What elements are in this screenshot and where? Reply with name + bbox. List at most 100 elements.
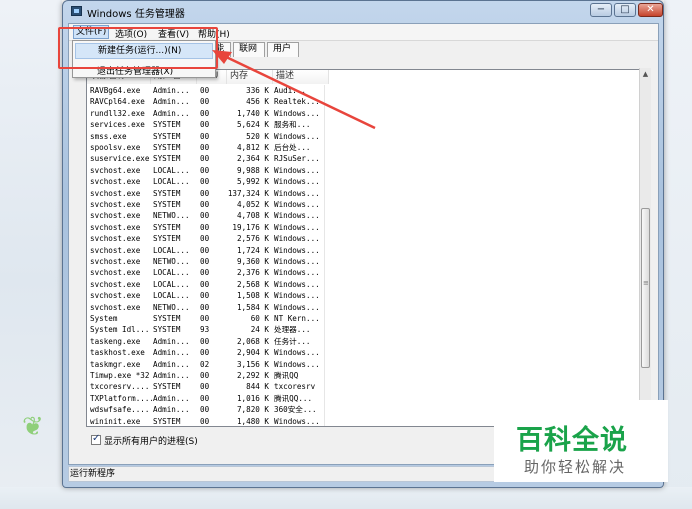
process-description: NT Kern... — [274, 314, 320, 323]
process-row[interactable]: rundll32.exe Admin... 00 1,740 K Windows... — [87, 107, 327, 120]
process-row[interactable]: System SYSTEM 00 60 K NT Kern... — [87, 313, 327, 325]
process-row[interactable]: svchost.exe NETWO... 00 4,708 K Windows... — [87, 210, 327, 222]
process-name: svchost.exe — [90, 200, 141, 209]
tab-networking[interactable]: 联网 — [233, 42, 265, 57]
row-separator — [324, 415, 325, 426]
process-row[interactable]: smss.exe SYSTEM 00 520 K Windows... — [87, 130, 327, 142]
process-row[interactable]: wdswfsafe.... Admin... 00 7,820 K 360安全... — [87, 404, 327, 416]
process-user: SYSTEM — [153, 416, 181, 426]
process-row[interactable]: svchost.exe NETWO... 00 9,360 K Windows... — [87, 256, 327, 268]
process-name: spoolsv.exe — [90, 143, 141, 152]
process-description: 处理器... — [274, 325, 311, 335]
process-memory: 5,624 K — [236, 120, 269, 130]
process-cpu: 00 — [200, 154, 210, 164]
process-name: taskmgr.exe — [90, 359, 141, 369]
process-row[interactable]: svchost.exe LOCAL... 00 5,992 K Windows... — [87, 176, 327, 188]
process-user: Admin... — [153, 405, 190, 415]
scroll-up-arrow-icon[interactable]: ▲ — [640, 70, 651, 80]
process-description: txcoresrv — [274, 382, 316, 392]
process-memory: 9,988 K — [236, 165, 269, 175]
process-row[interactable]: svchost.exe SYSTEM 00 4,052 K Windows... — [87, 199, 327, 211]
process-row[interactable]: wininit.exe SYSTEM 00 1,480 K Windows... — [87, 415, 327, 426]
process-name: RAVCpl64.exe — [90, 97, 145, 107]
process-description: Windows... — [274, 211, 320, 221]
process-cpu: 00 — [200, 416, 210, 426]
process-user: SYSTEM — [153, 325, 181, 335]
process-row[interactable]: Timwp.exe *32 Admin... 00 2,292 K 腾讯QQ — [87, 370, 327, 382]
highlight-box — [58, 27, 218, 69]
process-row[interactable]: System Idl... SYSTEM 93 24 K 处理器... — [87, 324, 327, 336]
process-row[interactable]: svchost.exe LOCAL... 00 1,724 K Windows... — [87, 244, 327, 256]
process-memory: 60 K — [250, 314, 269, 323]
process-row[interactable]: svchost.exe LOCAL... 00 1,508 K Windows... — [87, 290, 327, 302]
tab-users[interactable]: 用户 — [267, 42, 299, 57]
watermark-title: 百科全说 — [516, 425, 628, 456]
process-description: Windows... — [274, 177, 320, 187]
process-name: svchost.exe — [90, 302, 141, 312]
process-description: 360安全... — [274, 405, 317, 415]
process-user: SYSTEM — [153, 143, 181, 152]
vertical-scrollbar[interactable]: ▲ ≡ — [639, 68, 651, 427]
process-row[interactable]: svchost.exe SYSTEM 00 19,176 K Windows... — [87, 221, 327, 234]
process-memory: 4,708 K — [236, 211, 269, 221]
process-row[interactable]: svchost.exe SYSTEM 00 137,324 K Windows... — [87, 187, 327, 199]
process-row[interactable]: svchost.exe LOCAL... 00 2,376 K Windows... — [87, 267, 327, 279]
process-name: smss.exe — [90, 131, 127, 141]
process-memory: 336 K — [246, 86, 269, 95]
process-row[interactable]: svchost.exe LOCAL... 00 9,988 K Windows... — [87, 164, 327, 177]
process-description: Windows... — [274, 257, 320, 266]
process-name: svchost.exe — [90, 257, 141, 266]
minimize-button[interactable]: − — [590, 3, 612, 17]
process-row[interactable]: taskeng.exe Admin... 00 2,068 K 任务计... — [87, 335, 327, 348]
row-separator — [324, 130, 325, 142]
process-memory: 456 K — [246, 97, 269, 107]
process-cpu: 00 — [200, 108, 210, 118]
process-cpu: 00 — [200, 165, 210, 175]
row-separator — [324, 210, 325, 222]
process-memory: 9,360 K — [236, 257, 269, 266]
process-name: svchost.exe — [90, 211, 141, 221]
scrollbar-thumb[interactable]: ≡ — [641, 208, 650, 368]
row-separator — [324, 96, 325, 108]
process-cpu: 00 — [200, 188, 210, 198]
process-row[interactable]: RAVBg64.exe Admin... 00 336 K Audi... — [87, 85, 327, 97]
show-all-processes[interactable]: 显示所有用户的进程(S) — [91, 433, 198, 447]
process-cpu: 00 — [200, 336, 210, 346]
row-separator — [324, 324, 325, 336]
process-user: Admin... — [153, 86, 190, 95]
row-separator — [324, 267, 325, 279]
process-name: svchost.exe — [90, 222, 141, 232]
process-name: wdswfsafe.... — [90, 405, 150, 415]
process-row[interactable]: spoolsv.exe SYSTEM 00 4,812 K 后台处... — [87, 142, 327, 154]
maximize-button[interactable]: □ — [614, 3, 636, 17]
process-description: Windows... — [274, 108, 320, 118]
row-separator — [324, 381, 325, 393]
process-user: SYSTEM — [153, 382, 181, 392]
process-row[interactable]: suservice.exe SYSTEM 00 2,364 K RJSuSer... — [87, 153, 327, 165]
row-separator — [324, 278, 325, 291]
process-row[interactable]: svchost.exe LOCAL... 00 2,568 K Windows... — [87, 278, 327, 291]
show-all-checkbox[interactable] — [91, 433, 101, 445]
process-cpu: 00 — [200, 257, 210, 266]
column-header-description[interactable]: 描述 — [273, 70, 329, 84]
process-row[interactable]: svchost.exe NETWO... 00 1,584 K Windows... — [87, 301, 327, 313]
process-cpu: 00 — [200, 211, 210, 221]
process-name: taskhost.exe — [90, 348, 145, 358]
close-button[interactable]: ✕ — [638, 3, 663, 17]
process-name: suservice.exe — [90, 154, 150, 164]
process-list[interactable]: 映像名称 用户名 CPU 内存 描述 RAVBg64.exeAdmin...00… — [86, 69, 646, 427]
row-separator — [324, 244, 325, 256]
process-user: LOCAL... — [153, 245, 190, 255]
process-row[interactable]: svchost.exe SYSTEM 00 2,576 K Windows... — [87, 233, 327, 245]
process-memory: 520 K — [246, 131, 269, 141]
process-row[interactable]: taskmgr.exe Admin... 02 3,156 K Windows... — [87, 358, 327, 370]
process-row[interactable]: txcoresrv.... SYSTEM 00 844 K txcoresrv — [87, 381, 327, 393]
process-name: Timwp.exe *32 — [90, 371, 150, 380]
column-header-memory[interactable]: 内存 — [227, 70, 273, 84]
process-row[interactable]: TXPlatform.... Admin... 00 1,016 K 腾讯QQ... — [87, 392, 327, 405]
process-row[interactable]: services.exe SYSTEM 00 5,624 K 服务和... — [87, 119, 327, 131]
process-row[interactable]: RAVCpl64.exe Admin... 00 456 K Realtek... — [87, 96, 327, 108]
process-user: SYSTEM — [153, 314, 181, 323]
process-row[interactable]: taskhost.exe Admin... 00 2,904 K Windows... — [87, 347, 327, 359]
process-memory: 1,740 K — [236, 108, 269, 118]
